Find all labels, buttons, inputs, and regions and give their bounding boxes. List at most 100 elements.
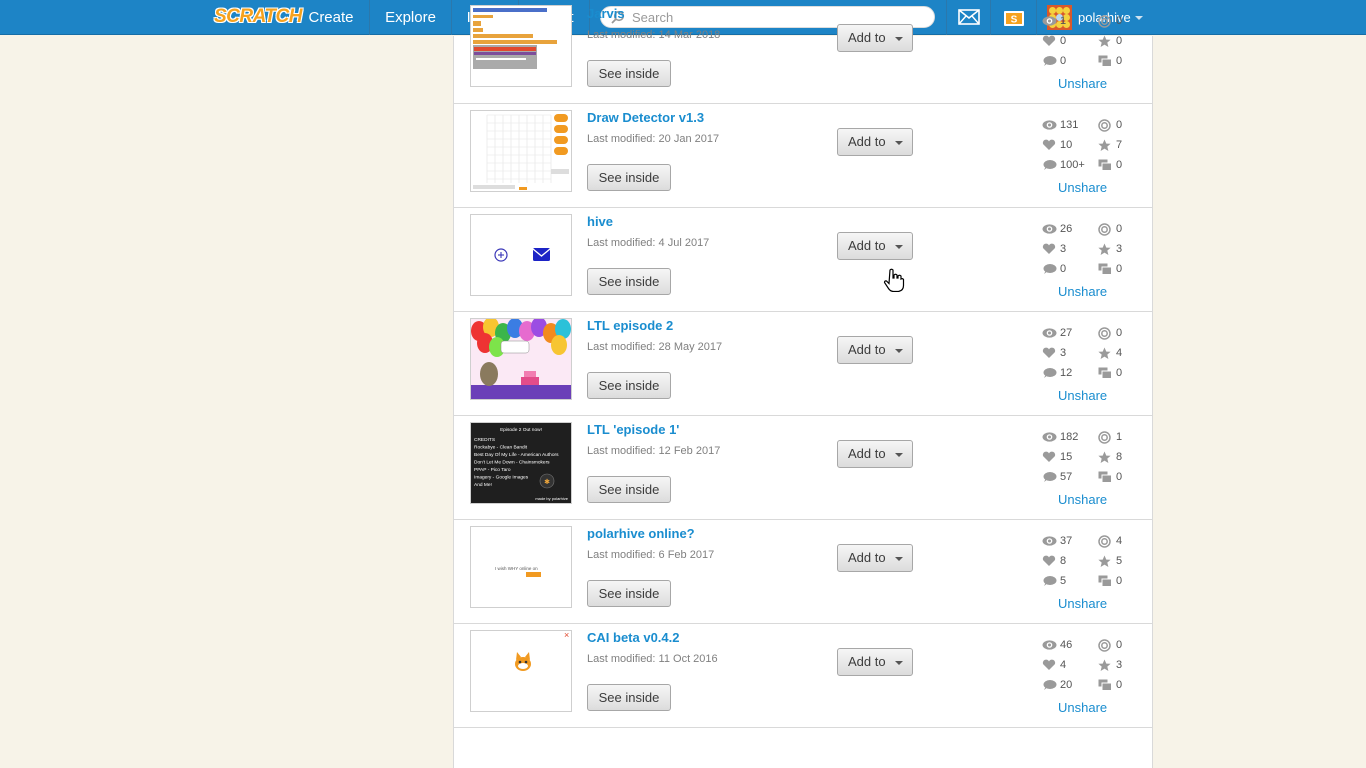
heart-icon <box>1042 243 1056 254</box>
svg-text:✱: ✱ <box>544 478 550 486</box>
add-to-dropdown-button[interactable]: Add to <box>837 648 913 676</box>
see-inside-button[interactable]: See inside <box>587 476 671 503</box>
last-modified-text: Last modified: 4 Jul 2017 <box>587 237 710 249</box>
add-to-label: Add to <box>848 342 886 357</box>
project-thumbnail[interactable]: Episode 2 Out now! CREDITS Rockabye - Cle… <box>470 422 572 504</box>
star-icon <box>1098 35 1111 47</box>
unshare-link[interactable]: Unshare <box>1058 388 1107 403</box>
thumbnail-text-line: Imagery - Google Images <box>474 475 529 481</box>
heart-icon <box>1042 35 1056 46</box>
add-to-label: Add to <box>848 134 886 149</box>
see-inside-button[interactable]: See inside <box>587 164 671 191</box>
project-title-link[interactable]: CAI beta v0.4.2 <box>587 630 680 645</box>
project-thumbnail[interactable]: × <box>470 630 572 712</box>
loves-count: 3 <box>1060 243 1067 255</box>
comments-count: 57 <box>1060 471 1073 483</box>
caret-down-icon <box>895 37 903 41</box>
nav-create-link[interactable]: Create <box>293 0 369 35</box>
see-inside-button[interactable]: See inside <box>587 684 671 711</box>
see-inside-button[interactable]: See inside <box>587 372 671 399</box>
studio-icon <box>1098 575 1112 587</box>
studios-count: 0 <box>1116 263 1123 275</box>
heart-icon <box>1042 347 1056 358</box>
favorites-count: 8 <box>1116 451 1123 463</box>
unshare-link[interactable]: Unshare <box>1058 284 1107 299</box>
views-count: 131 <box>1060 119 1079 131</box>
last-modified-text: Last modified: 12 Feb 2017 <box>587 445 721 457</box>
heart-icon <box>1042 659 1056 670</box>
project-title-link[interactable]: LTL episode 2 <box>587 318 673 333</box>
project-thumbnail[interactable] <box>470 5 572 87</box>
project-thumbnail-image: Episode 2 Out now! CREDITS Rockabye - Cle… <box>471 423 571 503</box>
comments-count: 12 <box>1060 367 1073 379</box>
unshare-link[interactable]: Unshare <box>1058 596 1107 611</box>
comment-icon <box>1043 576 1057 586</box>
last-modified-text: Last modified: 20 Jan 2017 <box>587 133 720 145</box>
svg-text:×: × <box>564 631 569 640</box>
add-to-dropdown-button[interactable]: Add to <box>837 128 913 156</box>
project-row: Episode 2 Out now! CREDITS Rockabye - Cle… <box>454 416 1152 520</box>
eye-icon <box>1042 16 1057 26</box>
studio-icon <box>1098 471 1112 483</box>
remix-icon <box>1098 223 1111 236</box>
views-count: 37 <box>1060 535 1073 547</box>
add-to-dropdown-button[interactable]: Add to <box>837 336 913 364</box>
project-thumbnail-image <box>473 8 557 69</box>
studio-icon <box>1098 55 1112 67</box>
studios-count: 0 <box>1116 575 1123 587</box>
hand-cursor-icon <box>883 268 905 292</box>
star-icon <box>1098 659 1111 671</box>
caret-down-icon <box>895 349 903 353</box>
project-title-link[interactable]: LTL 'episode 1' <box>587 422 679 437</box>
unshare-link[interactable]: Unshare <box>1058 180 1107 195</box>
add-to-label: Add to <box>848 30 886 45</box>
add-to-label: Add to <box>848 654 886 669</box>
star-icon <box>1098 451 1111 463</box>
project-thumbnail[interactable] <box>470 110 572 192</box>
loves-count: 8 <box>1060 555 1067 567</box>
see-inside-button[interactable]: See inside <box>587 580 671 607</box>
project-title-link[interactable]: Draw Detector v1.3 <box>587 110 704 125</box>
nav-explore-link[interactable]: Explore <box>369 0 451 35</box>
add-to-label: Add to <box>848 550 886 565</box>
studio-icon <box>1098 263 1112 275</box>
project-thumbnail[interactable]: I wish WHY online on <box>470 526 572 608</box>
scratch-logo[interactable]: SCRATCH <box>214 5 302 29</box>
studios-count: 0 <box>1116 679 1123 691</box>
last-modified-text: Last modified: 14 Mar 2018 <box>587 29 721 41</box>
add-to-dropdown-button[interactable]: Add to <box>837 544 913 572</box>
project-row: Draw Detector v1.3 Last modified: 20 Jan… <box>454 104 1152 208</box>
caret-down-icon <box>895 245 903 249</box>
see-inside-button[interactable]: See inside <box>587 268 671 295</box>
heart-icon <box>1042 451 1056 462</box>
add-to-dropdown-button[interactable]: Add to <box>837 232 913 260</box>
eye-icon <box>1042 640 1057 650</box>
my-stuff-project-list: Jarvis Last modified: 14 Mar 2018 See in… <box>453 5 1153 768</box>
add-to-dropdown-button[interactable]: Add to <box>837 440 913 468</box>
add-to-dropdown-button[interactable]: Add to <box>837 24 913 52</box>
favorites-count: 4 <box>1116 347 1123 359</box>
unshare-link[interactable]: Unshare <box>1058 76 1107 91</box>
comment-icon <box>1043 680 1057 690</box>
comments-count: 20 <box>1060 679 1073 691</box>
favorites-count: 3 <box>1116 243 1123 255</box>
unshare-link[interactable]: Unshare <box>1058 492 1107 507</box>
see-inside-button[interactable]: See inside <box>587 60 671 87</box>
thumbnail-text-line: Rockabye - Clean Bandit <box>474 445 528 451</box>
add-to-label: Add to <box>848 238 886 253</box>
thumbnail-footer: made by polarhive <box>535 496 568 501</box>
star-icon <box>1098 139 1111 151</box>
last-modified-text: Last modified: 28 May 2017 <box>587 341 723 353</box>
project-thumbnail-image <box>471 319 571 399</box>
project-title-link[interactable]: hive <box>587 214 613 229</box>
project-title-link[interactable]: Jarvis <box>587 6 625 21</box>
project-thumbnail[interactable] <box>470 318 572 400</box>
add-to-label: Add to <box>848 446 886 461</box>
project-thumbnail[interactable] <box>470 214 572 296</box>
unshare-link[interactable]: Unshare <box>1058 700 1107 715</box>
project-title-link[interactable]: polarhive online? <box>587 526 695 541</box>
comments-count: 0 <box>1060 263 1067 275</box>
eye-icon <box>1042 120 1057 130</box>
project-row: Jarvis Last modified: 14 Mar 2018 See in… <box>454 0 1152 104</box>
views-count: 26 <box>1060 223 1073 235</box>
